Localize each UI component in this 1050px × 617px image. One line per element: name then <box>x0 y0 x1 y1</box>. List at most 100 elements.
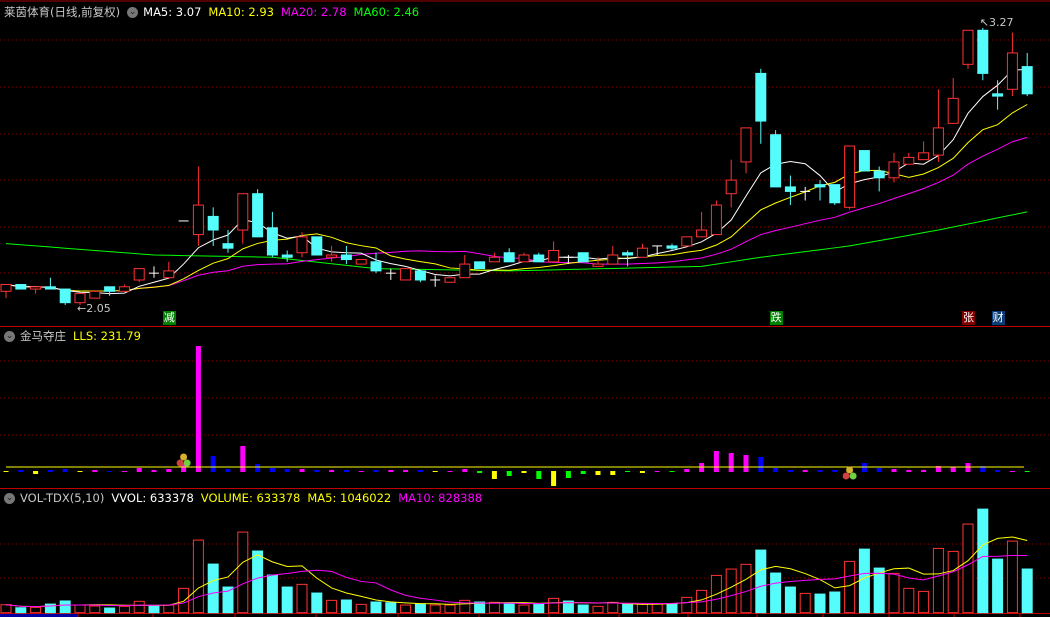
indicator-bar <box>107 471 113 472</box>
candle-body <box>873 170 885 179</box>
volume-bar <box>977 508 989 614</box>
volume-bar <box>148 604 160 614</box>
indicator-bar <box>447 471 453 472</box>
candle-body <box>755 72 767 122</box>
volume-bar <box>755 549 767 614</box>
candle-body <box>488 256 500 263</box>
volume-bar <box>888 572 900 614</box>
indicator-bar <box>432 471 438 472</box>
candle <box>770 130 782 188</box>
candle-body <box>296 236 308 254</box>
signal-ball-icon <box>180 453 188 461</box>
candle-body <box>15 284 27 290</box>
candle-body <box>104 286 116 292</box>
volume-bar <box>844 560 856 614</box>
volume-bar <box>400 604 412 614</box>
volume-bar <box>296 583 308 614</box>
volume-bar <box>163 604 175 614</box>
volume-bar <box>192 539 204 614</box>
indicator-bar <box>299 469 305 472</box>
candle-body <box>370 261 382 272</box>
chevron-down-icon[interactable]: ⌄ <box>127 6 139 18</box>
candle <box>844 145 856 210</box>
volume-bar <box>59 600 71 614</box>
chevron-down-icon[interactable]: ⌄ <box>4 492 15 504</box>
ma10-label: MA10: 2.93 <box>208 5 274 19</box>
candle-body <box>503 252 515 263</box>
volume-legend: ⌄ VOL-TDX(5,10) VVOL: 633378 VOLUME: 633… <box>4 489 489 507</box>
candle <box>89 290 101 299</box>
candle-body <box>947 97 959 124</box>
low-price-label: ←2.05 <box>77 301 111 315</box>
volume-bar <box>873 567 885 614</box>
volume-bar <box>577 604 589 614</box>
background <box>0 0 1050 617</box>
indicator-bar <box>343 470 349 472</box>
volume-bar <box>814 593 826 614</box>
indicator-bar <box>876 468 882 472</box>
indicator-bar <box>240 446 246 472</box>
indicator-bar <box>891 469 897 472</box>
candle <box>962 29 974 69</box>
candle-body <box>932 127 944 156</box>
indicator-bar <box>477 471 483 473</box>
signal-cai: 财 <box>991 311 1005 325</box>
indicator-bar <box>921 470 927 472</box>
volume-bar <box>15 607 27 614</box>
signal-ball-icon <box>842 472 850 480</box>
signal-zhang: 张 <box>962 311 975 325</box>
ma5-label: MA5: 3.07 <box>143 5 202 19</box>
candle-body <box>30 286 42 290</box>
volume-bar <box>962 523 974 614</box>
volume-bar <box>266 574 278 614</box>
indicator-bar <box>388 470 394 472</box>
indicator-bar <box>417 470 423 472</box>
candle-body <box>0 284 12 292</box>
candle-body <box>696 229 708 238</box>
volume-bar <box>414 603 426 614</box>
signal-ball-icon <box>176 459 184 467</box>
candle-body <box>548 249 560 263</box>
volume-bar <box>385 602 397 614</box>
indicator-bar <box>62 469 68 472</box>
candle-body <box>607 254 619 265</box>
indicator-bar <box>787 470 793 472</box>
volume-bar <box>237 531 249 614</box>
volume-bar <box>340 599 352 614</box>
candle-body <box>992 93 1004 97</box>
candle-body <box>636 247 648 258</box>
volume-bar <box>311 592 323 614</box>
chevron-down-icon[interactable]: ⌄ <box>4 330 15 342</box>
indicator-bar <box>77 471 83 472</box>
candle <box>710 200 722 236</box>
indicator-bar <box>373 470 379 472</box>
candle <box>681 236 693 247</box>
volume-bar <box>488 601 500 614</box>
candle-body <box>266 227 278 256</box>
volume-bar <box>607 601 619 614</box>
indicator-bar <box>684 469 690 472</box>
indicator-bar <box>506 471 512 476</box>
volume-bar <box>533 603 545 614</box>
indicator-bar <box>491 471 497 479</box>
volume-bar <box>681 596 693 614</box>
candle-body <box>740 127 752 163</box>
candle <box>577 252 589 263</box>
indicator-bar <box>47 470 53 472</box>
stock-chart[interactable] <box>0 0 1050 617</box>
indicator-bar <box>255 464 261 472</box>
ma20-label: MA20: 2.78 <box>280 5 347 19</box>
indicator-bar <box>551 471 557 486</box>
volume-bar <box>281 586 293 614</box>
candle-body <box>222 243 234 249</box>
volume-bar <box>30 606 42 614</box>
indicator-bar <box>195 346 201 472</box>
volume-bar <box>74 604 86 614</box>
indicator-bar <box>329 470 335 472</box>
indicator-bar <box>610 471 616 475</box>
candle-body <box>133 268 145 281</box>
indicator-bar <box>3 471 9 472</box>
candle-body <box>474 261 486 270</box>
volume-bar <box>1021 568 1033 614</box>
indicator-bar <box>1009 471 1015 472</box>
